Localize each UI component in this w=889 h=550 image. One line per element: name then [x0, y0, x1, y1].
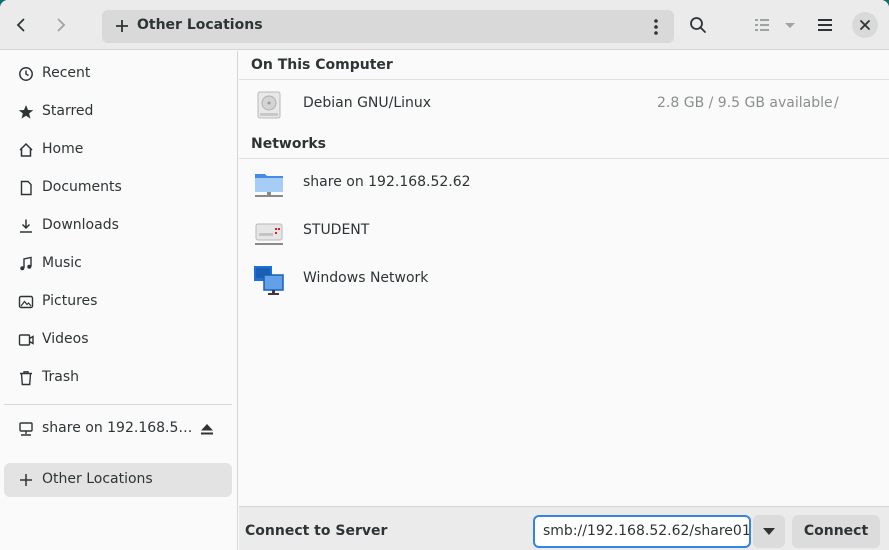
sidebar-item-home[interactable]: Home	[4, 133, 232, 167]
location-name: Debian GNU/Linux	[303, 95, 432, 111]
sidebar-item-label: Pictures	[42, 293, 98, 309]
view-options-button[interactable]	[775, 10, 805, 40]
document-icon	[20, 180, 32, 196]
back-button[interactable]	[6, 10, 36, 40]
drive-harddisk-icon	[257, 91, 281, 119]
sidebar-item-label: Documents	[42, 179, 122, 195]
sidebar-item-music[interactable]: Music	[4, 247, 232, 281]
location-path-bar[interactable]: Other Locations	[102, 10, 674, 43]
connect-to-server-bar: Connect to Server smb://192.168.52.62/sh…	[239, 506, 889, 550]
sidebar-item-label: Music	[42, 255, 82, 271]
sidebar-item-label: Home	[42, 141, 84, 157]
header-bar: Other Locations	[0, 0, 889, 50]
location-row-debian[interactable]: Debian GNU/Linux 2.8 GB / 9.5 GB availab…	[239, 81, 889, 129]
network-server-icon	[255, 223, 283, 245]
sidebar-item-other-locations[interactable]: Other Locations	[4, 463, 232, 497]
network-folder-icon	[255, 174, 283, 197]
sidebar-item-starred[interactable]: Starred	[4, 95, 232, 129]
file-manager-window: Other Locations Recent Starred Home Docu…	[0, 0, 889, 550]
sidebar-item-label: Starred	[42, 103, 94, 119]
sidebar-item-documents[interactable]: Documents	[4, 171, 232, 205]
music-icon	[20, 256, 32, 271]
forward-button[interactable]	[46, 10, 76, 40]
close-icon	[860, 20, 870, 30]
section-heading-on-this-computer: On This Computer	[239, 52, 889, 80]
sidebar-item-label: Downloads	[42, 217, 119, 233]
chevron-left-icon	[16, 18, 25, 32]
sidebar-item-label: Videos	[42, 331, 89, 347]
caret-down-icon	[763, 528, 775, 535]
clock-icon	[19, 67, 33, 81]
server-address-input[interactable]: smb://192.168.52.62/share01 �	[533, 515, 751, 548]
eject-icon[interactable]	[200, 422, 214, 436]
sidebar-item-recent[interactable]: Recent	[4, 57, 232, 91]
star-icon	[18, 105, 34, 119]
locations-view: On This Computer Debian GNU/Linux 2.8 GB…	[239, 51, 889, 506]
sidebar-item-label: Other Locations	[42, 471, 153, 487]
location-row-student[interactable]: STUDENT	[239, 208, 889, 256]
video-icon	[18, 334, 34, 346]
location-row-windows-network[interactable]: Windows Network	[239, 256, 889, 304]
list-view-icon	[755, 19, 769, 31]
close-window-button[interactable]	[852, 12, 878, 38]
search-icon	[690, 17, 706, 33]
sidebar-item-label: share on 192.168.5…	[42, 420, 193, 436]
plus-icon	[20, 474, 32, 486]
main-menu-button[interactable]	[810, 10, 840, 40]
current-location-label: Other Locations	[137, 17, 263, 33]
chevron-right-icon	[57, 18, 66, 32]
section-heading-networks: Networks	[239, 131, 889, 159]
picture-icon	[18, 295, 34, 309]
connect-to-server-label: Connect to Server	[245, 523, 388, 539]
location-name: Windows Network	[303, 270, 429, 286]
location-row-network-share[interactable]: share on 192.168.52.62	[239, 160, 889, 208]
sidebar-item-network-share[interactable]: share on 192.168.5…	[4, 412, 232, 446]
download-icon	[20, 219, 32, 233]
list-view-button[interactable]	[747, 10, 777, 40]
sidebar-separator	[4, 404, 232, 405]
home-icon	[19, 142, 33, 157]
sidebar-item-pictures[interactable]: Pictures	[4, 285, 232, 319]
vertical-ellipsis-icon[interactable]	[648, 17, 664, 37]
location-name: share on 192.168.52.62	[303, 174, 471, 190]
caret-down-icon	[785, 23, 795, 28]
sidebar-item-label: Trash	[42, 369, 79, 385]
location-name: STUDENT	[303, 222, 370, 238]
sidebar: Recent Starred Home Documents Downloads	[0, 51, 238, 550]
hamburger-menu-icon	[818, 19, 832, 31]
sidebar-item-downloads[interactable]: Downloads	[4, 209, 232, 243]
trash-icon	[20, 371, 32, 386]
network-share-icon	[19, 422, 33, 436]
sidebar-item-label: Recent	[42, 65, 91, 81]
section-heading-text: Networks	[251, 136, 327, 152]
plus-icon	[116, 20, 128, 32]
sidebar-item-trash[interactable]: Trash	[4, 361, 232, 395]
location-mount-path: /	[834, 95, 839, 111]
recent-servers-dropdown[interactable]	[753, 515, 785, 548]
windows-network-icon	[254, 266, 284, 295]
sidebar-item-videos[interactable]: Videos	[4, 323, 232, 357]
location-space-info: 2.8 GB / 9.5 GB available	[657, 95, 833, 111]
section-heading-text: On This Computer	[251, 57, 393, 73]
connect-button[interactable]: Connect	[792, 515, 880, 548]
search-button[interactable]	[683, 10, 713, 40]
